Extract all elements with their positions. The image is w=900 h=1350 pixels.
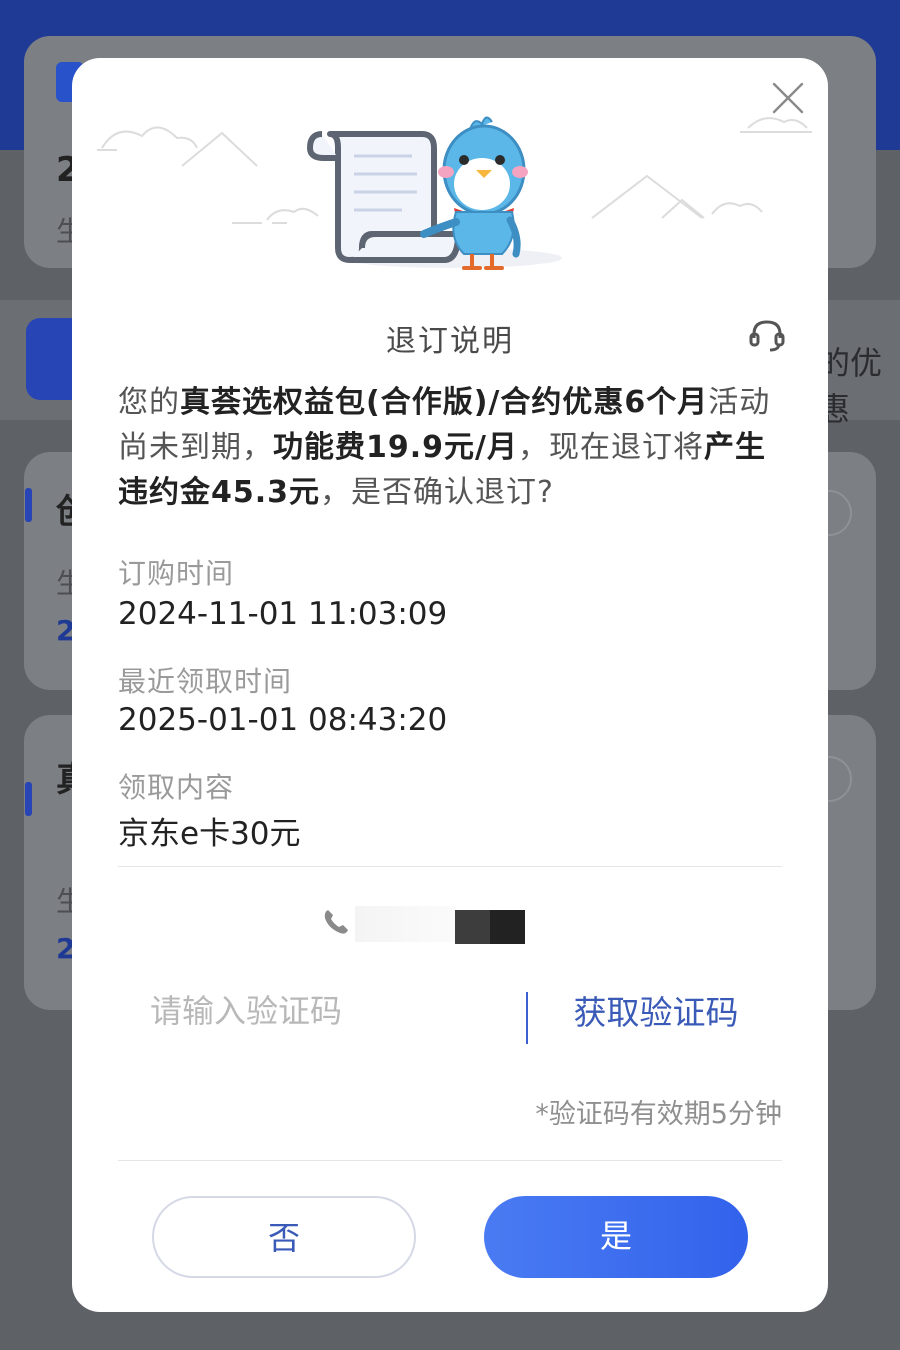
background-accent-bar (25, 488, 32, 522)
message-product: 真荟选权益包(合作版)/合约优惠6个月 (180, 385, 709, 420)
background-tab-label: 的优惠 (818, 344, 883, 428)
verification-code-input[interactable] (142, 986, 528, 1036)
phone-icon (324, 910, 348, 934)
claim-content-value: 京东e卡30元 (118, 816, 301, 852)
get-verification-code-button[interactable]: 获取验证码 (546, 988, 766, 1038)
last-claim-time-label: 最近领取时间 (118, 665, 293, 698)
customer-service-icon[interactable] (748, 316, 786, 354)
code-validity-note: *验证码有效期5分钟 (535, 1099, 782, 1130)
message-text: ，是否确认退订? (320, 475, 554, 510)
input-separator (526, 992, 528, 1044)
order-time-value: 2024-11-01 11:03:09 (118, 596, 448, 632)
message-fee: 功能费19.9元/月 (273, 430, 518, 465)
claim-content-label: 领取内容 (118, 771, 235, 804)
divider (118, 1160, 782, 1161)
background-accent-bar (25, 782, 32, 816)
last-claim-time-value: 2025-01-01 08:43:20 (118, 702, 448, 738)
unsubscribe-dialog: 退订说明 您的真荟选权益包(合作版)/合约优惠6个月活动尚未到期，功能费19.9… (72, 58, 828, 1312)
divider (118, 866, 782, 867)
unsubscribe-message: 您的真荟选权益包(合作版)/合约优惠6个月活动尚未到期，功能费19.9元/月，现… (118, 380, 786, 515)
cancel-button[interactable]: 否 (152, 1196, 416, 1278)
bird-scroll-illustration (97, 116, 812, 270)
order-time-label: 订购时间 (118, 557, 235, 590)
phone-number-redacted (355, 906, 455, 942)
message-text: 您的 (118, 385, 180, 420)
phone-number-mask (455, 910, 525, 944)
message-text: ，现在退订将 (517, 430, 704, 465)
confirm-button[interactable]: 是 (484, 1196, 748, 1278)
dialog-title: 退订说明 (386, 324, 514, 359)
